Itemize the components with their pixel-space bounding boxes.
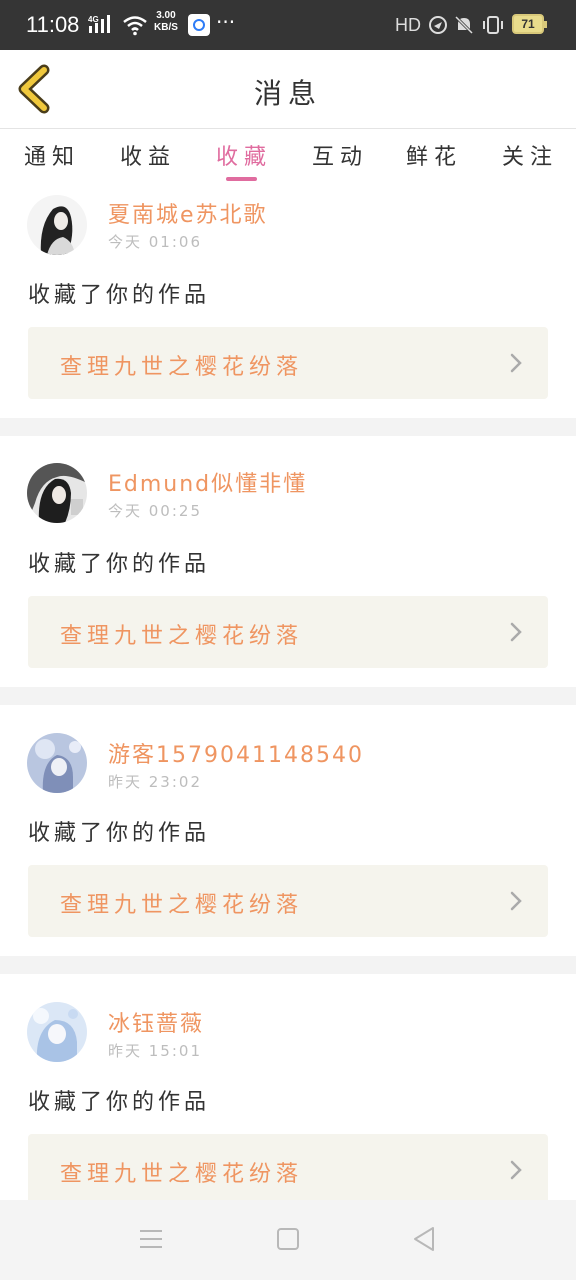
speed-unit: KB/S: [154, 22, 178, 33]
mute-bell-icon: [454, 15, 474, 35]
list-item: Edmund似懂非懂 今天 00:25 收藏了你的作品 查理九世之樱花纷落: [0, 436, 576, 688]
header: 消息: [0, 50, 576, 129]
menu-icon[interactable]: [138, 1228, 164, 1250]
action-text: 收藏了你的作品: [28, 552, 211, 577]
chevron-right-icon: [510, 891, 522, 911]
tab-earnings[interactable]: 收益: [120, 139, 176, 171]
user-name[interactable]: Edmund似懂非懂: [108, 466, 307, 498]
tab-interactions[interactable]: 互动: [312, 139, 368, 171]
speed-value: 3.00: [156, 10, 176, 21]
wifi-icon: [123, 16, 147, 36]
avatar-image: [27, 195, 87, 255]
chevron-right-icon: [510, 1160, 522, 1180]
status-bar: 11:08 4G 3.00 KB/S ··· HD 71: [0, 0, 576, 50]
back-triangle-icon[interactable]: [412, 1226, 436, 1252]
app-notification-icon: [188, 14, 210, 36]
tab-notifications[interactable]: 通知: [24, 139, 80, 171]
avatar-image: [27, 733, 87, 793]
status-icons-group: [429, 15, 503, 35]
timestamp: 今天 00:25: [108, 502, 202, 520]
chevron-right-icon: [510, 353, 522, 373]
user-name[interactable]: 游客1579041148540: [108, 737, 364, 769]
action-text: 收藏了你的作品: [28, 821, 211, 846]
timestamp: 昨天 23:02: [108, 773, 202, 791]
avatar[interactable]: [27, 1002, 87, 1062]
battery-level: 71: [521, 17, 535, 31]
avatar[interactable]: [27, 733, 87, 793]
status-time: 11:08: [26, 12, 80, 37]
network-type: 4G: [88, 15, 99, 24]
tab-follows[interactable]: 关注: [502, 139, 558, 171]
work-link[interactable]: 查理九世之樱花纷落: [28, 865, 548, 937]
hd-indicator: HD: [395, 15, 421, 35]
divider: [0, 687, 576, 705]
work-link[interactable]: 查理九世之樱花纷落: [28, 1134, 548, 1206]
system-nav-bar: [0, 1200, 576, 1280]
chevron-right-icon: [510, 622, 522, 642]
home-icon[interactable]: [277, 1228, 299, 1250]
network-speed: 3.00 KB/S: [154, 10, 178, 34]
work-link[interactable]: 查理九世之樱花纷落: [28, 596, 548, 668]
action-text: 收藏了你的作品: [28, 283, 211, 308]
list-item: 游客1579041148540 昨天 23:02 收藏了你的作品 查理九世之樱花…: [0, 705, 576, 957]
timestamp: 昨天 15:01: [108, 1042, 202, 1060]
user-name[interactable]: 冰钰蔷薇: [108, 1006, 204, 1038]
divider: [0, 956, 576, 974]
timestamp: 今天 01:06: [108, 233, 202, 251]
vibrate-icon: [483, 16, 503, 34]
work-title: 查理九世之樱花纷落: [60, 624, 304, 649]
list-item: 夏南城e苏北歌 今天 01:06 收藏了你的作品 查理九世之樱花纷落: [0, 181, 576, 433]
work-title: 查理九世之樱花纷落: [60, 355, 304, 380]
work-title: 查理九世之樱花纷落: [60, 1162, 304, 1187]
work-link[interactable]: 查理九世之樱花纷落: [28, 327, 548, 399]
action-text: 收藏了你的作品: [28, 1090, 211, 1115]
page-title: 消息: [253, 77, 322, 110]
cellular-signal-icon: 4G: [88, 15, 110, 33]
divider: [0, 418, 576, 436]
avatar-image: [27, 463, 87, 523]
avatar-image: [27, 1002, 87, 1062]
list-item: 冰钰蔷薇 昨天 15:01 收藏了你的作品 查理九世之樱花纷落: [0, 974, 576, 1226]
battery-icon: 71: [512, 14, 547, 34]
tab-favorites[interactable]: 收藏: [216, 139, 272, 171]
tab-bar: 通知 收益 收藏 互动 鲜花 关注: [0, 129, 576, 181]
avatar[interactable]: [27, 463, 87, 523]
user-name[interactable]: 夏南城e苏北歌: [108, 197, 268, 229]
work-title: 查理九世之樱花纷落: [60, 893, 304, 918]
avatar[interactable]: [27, 195, 87, 255]
tab-flowers[interactable]: 鲜花: [406, 139, 462, 171]
location-icon: [429, 16, 447, 34]
more-notifications-icon: ···: [216, 10, 236, 34]
